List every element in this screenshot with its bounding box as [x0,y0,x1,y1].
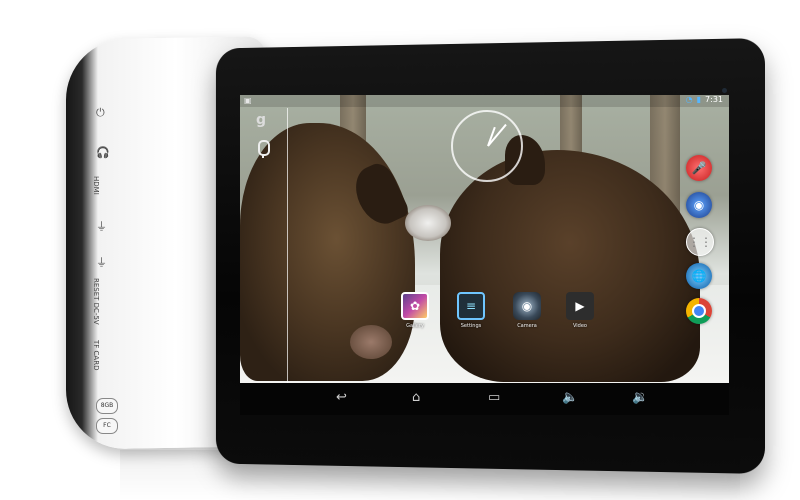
notification-image-icon: ▣ [244,96,252,105]
status-time: 7:31 [705,95,723,104]
search-bar-divider [287,108,288,383]
app-label: Gallery [406,323,424,329]
battery-icon: ▮ [696,95,702,104]
status-bar: ▣ ◔ ▮ 7:31 [240,95,729,107]
chrome-icon[interactable] [686,298,712,324]
video-icon: ▶ [566,292,594,320]
mic-stem [262,154,264,158]
usb-icon-2: ⏚ [96,256,107,269]
tf-card-label: TF CARD [92,340,100,371]
volume-down-icon[interactable]: 🔈 [562,390,578,405]
google-search-icon[interactable]: g [256,112,266,128]
volume-up-icon[interactable]: 🔉 [632,390,648,405]
app-camera[interactable]: ◉ Camera [507,292,547,329]
product-scene: ⏻ 🎧 HDMI ⏚ ⏚ RESET DC-5V TF CARD 8GB FC … [0,0,800,500]
recent-apps-icon[interactable]: ▭ [488,390,500,405]
navigation-bar: ↩ ⌂ ▭ 🔈 🔉 [240,383,729,415]
wifi-icon: ◔ [685,95,693,104]
power-icon: ⏻ [96,106,105,119]
fc-badge: FC [96,418,118,434]
voice-search-icon[interactable]: 🎤 [686,155,712,181]
reset-dc-label: RESET DC-5V [92,278,100,325]
gallery-icon: ✿ [401,292,429,320]
app-label: Video [572,323,587,329]
app-label: Camera [517,323,537,329]
front-camera [722,88,727,93]
headphone-icon: 🎧 [96,146,110,159]
home-icon[interactable]: ⌂ [412,390,420,405]
wallpaper-boar-snout [350,325,392,359]
side-port-labels: ⏻ 🎧 HDMI ⏚ ⏚ RESET DC-5V TF CARD [86,98,126,448]
app-video[interactable]: ▶ Video [560,292,600,329]
analog-clock-widget[interactable] [451,110,523,182]
storage-badge: 8GB [96,398,118,414]
status-indicators: ◔ ▮ 7:31 [686,95,723,104]
settings-icon: ≡ [457,292,485,320]
usb-icon: ⏚ [96,220,107,233]
app-label: Settings [460,323,482,329]
table-reflection [120,450,740,500]
app-gallery[interactable]: ✿ Gallery [395,292,435,329]
back-icon[interactable]: ↩ [336,390,347,405]
camera-icon: ◉ [513,292,541,320]
app-settings[interactable]: ≡ Settings [451,292,491,329]
wallpaper-boar-snout [405,205,451,241]
hdmi-label: HDMI [92,176,100,195]
sound-icon[interactable]: ◉ [686,192,712,218]
browser-icon[interactable]: 🌐 [686,263,712,289]
all-apps-icon[interactable]: ⋮⋮ [686,228,714,256]
voice-search-mic-icon[interactable] [258,140,270,156]
